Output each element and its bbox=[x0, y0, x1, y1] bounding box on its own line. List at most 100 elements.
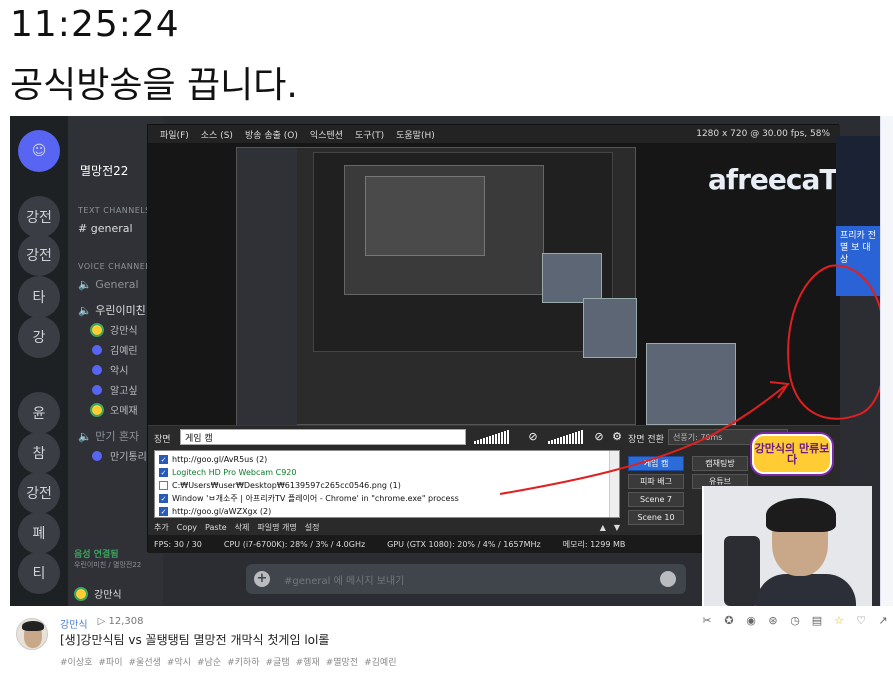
emoji-icon[interactable] bbox=[660, 571, 676, 587]
nested-preview bbox=[236, 147, 637, 425]
server-icon[interactable]: 강전 bbox=[18, 196, 60, 238]
menu-file[interactable]: 파일(F) bbox=[160, 128, 189, 141]
checkbox-checked-icon[interactable]: ✓ bbox=[159, 467, 168, 477]
sources-scrollbar[interactable] bbox=[609, 451, 619, 517]
server-icon[interactable]: 윤 bbox=[18, 392, 60, 434]
share-icon[interactable]: ↗ bbox=[876, 614, 890, 628]
delete-source-button[interactable]: 삭제 bbox=[235, 522, 250, 533]
server-icon[interactable]: 강전 bbox=[18, 234, 60, 276]
scene-name-field[interactable]: 게임 캠 bbox=[180, 429, 466, 445]
menu-source[interactable]: 소스 (S) bbox=[201, 128, 233, 141]
server-icon[interactable]: 타 bbox=[18, 276, 60, 318]
hashtag[interactable]: #남순 bbox=[197, 655, 221, 668]
voice-channel-room2[interactable]: 🔈 만기 혼자 bbox=[78, 428, 139, 444]
source-item[interactable]: ✓ Window 'ㅂ개소주 | 아프리카TV 플레이어 - Chrome' in… bbox=[159, 492, 459, 504]
channel-general[interactable]: # general bbox=[78, 222, 133, 235]
subtitle-icon[interactable]: ▤ bbox=[810, 614, 824, 628]
favorite-star-icon[interactable]: ☆ bbox=[832, 614, 846, 628]
discord-message-input[interactable]: + #general 에 메시지 보내기 bbox=[246, 564, 686, 594]
add-source-button[interactable]: 추가 bbox=[154, 522, 169, 533]
copy-source-button[interactable]: Copy bbox=[177, 523, 197, 532]
voice-channel-room[interactable]: 🔈 우린이미친 bbox=[78, 302, 146, 318]
like-icon[interactable]: ♡ bbox=[854, 614, 868, 628]
hashtag[interactable]: #파이 bbox=[98, 655, 122, 668]
nested-webcam bbox=[583, 298, 637, 358]
source-item[interactable]: ✓ Logitech HD Pro Webcam C920 bbox=[159, 466, 296, 478]
voice-user[interactable]: 오메재 bbox=[90, 402, 138, 417]
nested-obs bbox=[313, 152, 613, 352]
scene-button[interactable]: Scene 10 bbox=[628, 510, 684, 525]
mic-mute-icon[interactable]: ⊘ bbox=[526, 430, 540, 444]
menu-broadcast[interactable]: 방송 송출 (O) bbox=[245, 128, 298, 141]
star-badge-icon[interactable]: ✪ bbox=[722, 614, 736, 628]
scene-button[interactable]: 캠채팅방 bbox=[692, 456, 748, 471]
share-alt-icon[interactable]: ⊛ bbox=[766, 614, 780, 628]
voice-channels-category[interactable]: VOICE CHANNELS bbox=[78, 262, 156, 271]
user-name: 오메재 bbox=[110, 406, 138, 417]
voice-user[interactable]: 악시 bbox=[90, 362, 128, 377]
checkbox-checked-icon[interactable]: ✓ bbox=[159, 506, 168, 516]
hashtag[interactable]: #악시 bbox=[167, 655, 191, 668]
move-down-icon[interactable]: ▼ bbox=[614, 523, 620, 532]
text-channels-category[interactable]: TEXT CHANNELS bbox=[78, 206, 151, 215]
user-avatar bbox=[90, 362, 104, 377]
attach-plus-icon[interactable]: + bbox=[254, 571, 270, 587]
paste-source-button[interactable]: Paste bbox=[205, 523, 227, 532]
server-icon[interactable]: 티 bbox=[18, 552, 60, 594]
hashtag[interactable]: #키하하 bbox=[227, 655, 259, 668]
move-up-icon[interactable]: ▲ bbox=[600, 523, 606, 532]
checkbox-checked-icon[interactable]: ✓ bbox=[159, 454, 168, 464]
user-name: 김예린 bbox=[110, 346, 138, 357]
voice-user[interactable]: 알고싶 bbox=[90, 382, 138, 397]
source-item[interactable]: C:₩Users₩user₩Desktop₩6139597c265cc0546.… bbox=[159, 479, 401, 491]
hashtag[interactable]: #이상호 bbox=[60, 655, 92, 668]
hashtag[interactable]: #헹재 bbox=[296, 655, 320, 668]
server-icon[interactable]: 강전 bbox=[18, 472, 60, 514]
speaker-mute-icon[interactable]: ⊘ bbox=[592, 430, 606, 444]
hashtag[interactable]: #울선생 bbox=[129, 655, 161, 668]
discord-home-icon[interactable]: ☺ bbox=[18, 130, 60, 172]
cpu-readout: CPU (i7-6700K): 28% / 3% / 4.0GHz bbox=[223, 539, 366, 549]
current-user[interactable]: 강만식 bbox=[74, 586, 122, 601]
voice-user[interactable]: 김예린 bbox=[90, 342, 138, 357]
source-item[interactable]: ✓ http://goo.gl/AvR5us (2) bbox=[159, 453, 267, 465]
memory-readout: 메모리: 1299 MB bbox=[562, 539, 626, 549]
clip-icon[interactable]: ✂ bbox=[700, 614, 714, 628]
scene-button[interactable]: 피파 배그 bbox=[628, 474, 684, 489]
scene-button[interactable]: 게임 캠 bbox=[628, 456, 684, 471]
hashtag[interactable]: #멸망전 bbox=[326, 655, 358, 668]
video-title[interactable]: [생]강만식팀 vs 꼴탱탱팀 멸망전 개막식 첫게임 lol롤 bbox=[60, 631, 329, 648]
channel-avatar[interactable] bbox=[16, 618, 48, 650]
user-avatar bbox=[90, 322, 104, 337]
voice-user[interactable]: 강만식 bbox=[90, 322, 138, 337]
source-name: http://goo.gl/aWZXgx (2) bbox=[172, 506, 272, 516]
menu-tools[interactable]: 도구(T) bbox=[355, 128, 384, 141]
server-icon[interactable]: 강 bbox=[18, 316, 60, 358]
menu-extension[interactable]: 익스텐션 bbox=[310, 128, 343, 141]
voice-channel-general[interactable]: 🔈 General bbox=[78, 278, 139, 291]
server-icon[interactable]: 참 bbox=[18, 432, 60, 474]
voice-user[interactable]: 만기통리 bbox=[90, 448, 147, 463]
voice-channel-name: 우린이미친 bbox=[95, 304, 146, 317]
server-icon[interactable]: 폐 bbox=[18, 512, 60, 554]
settings-gear-icon[interactable]: ⚙ bbox=[610, 430, 624, 444]
hashtag[interactable]: #김예린 bbox=[364, 655, 396, 668]
scene-button[interactable]: Scene 7 bbox=[628, 492, 684, 507]
streamer-webcam bbox=[702, 486, 872, 606]
menu-help[interactable]: 도움말(H) bbox=[396, 128, 435, 141]
ad-icon[interactable]: ◉ bbox=[744, 614, 758, 628]
view-count: ▷ 12,308 bbox=[97, 616, 144, 627]
checkbox-checked-icon[interactable]: ✓ bbox=[159, 493, 168, 503]
rename-source-button[interactable]: 파일명 개명 bbox=[257, 522, 296, 533]
voice-channel-name: General bbox=[95, 278, 139, 291]
hashtag[interactable]: #글탬 bbox=[266, 655, 290, 668]
scene-label: 장면 bbox=[154, 435, 171, 445]
video-player[interactable]: ☺ 강전 강전 타 강 윤 참 강전 폐 티 멸망전22 TEXT CHANNE… bbox=[10, 116, 880, 606]
source-settings-button[interactable]: 설정 bbox=[305, 522, 320, 533]
side-panel-tag: 프리카 전 멸 보 대상 bbox=[836, 226, 880, 296]
checkbox-unchecked-icon[interactable] bbox=[159, 480, 168, 490]
preview-webcam bbox=[646, 343, 736, 425]
clock-icon[interactable]: ◷ bbox=[788, 614, 802, 628]
source-item[interactable]: ✓ http://goo.gl/aWZXgx (2) bbox=[159, 505, 271, 517]
channel-name[interactable]: 강만식 bbox=[60, 616, 88, 631]
